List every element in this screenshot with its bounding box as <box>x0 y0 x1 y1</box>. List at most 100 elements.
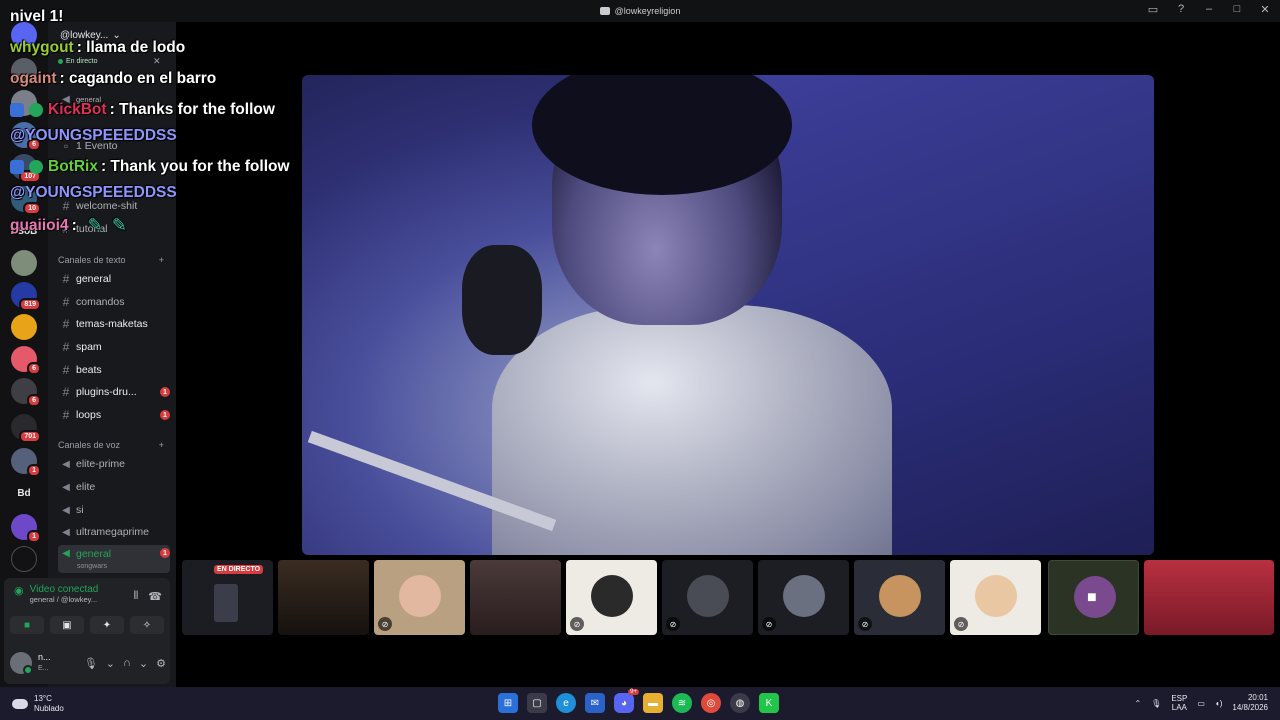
server-badge: 10 <box>23 202 41 215</box>
user-area: n... E... 🎙︎ ⌄ ∩ ⌄ ⚙ <box>10 648 166 678</box>
voice-location[interactable]: general / @lowkey... <box>30 595 99 604</box>
voice-channel-elite[interactable]: ◀ elite <box>58 477 170 497</box>
channel-loops[interactable]: # loops 1 <box>58 405 170 425</box>
emote-icon: ✎ <box>87 215 103 235</box>
microphone-tray-icon[interactable]: 🎙︎ <box>1151 699 1161 708</box>
camera-button[interactable]: ■ <box>10 616 44 634</box>
inbox-icon[interactable]: ▭ <box>1146 3 1160 16</box>
plus-icon[interactable]: + <box>159 440 164 450</box>
participant-avatar <box>783 575 825 617</box>
hash-icon: # <box>62 363 70 377</box>
server-icon[interactable]: 6 <box>11 378 41 407</box>
participant-tile[interactable]: ⊘ <box>854 560 945 635</box>
chrome-icon[interactable]: ◎ <box>701 693 721 713</box>
disconnect-icon[interactable]: ☎ <box>148 590 162 603</box>
channel-comandos[interactable]: # comandos <box>58 292 170 312</box>
participant-tile[interactable]: ⊘ <box>374 560 465 635</box>
soundboard-button[interactable]: ✧ <box>130 616 164 634</box>
taskbar: 13°C Nublado ⊞ ▢ e ✉ ◕ 9+ ▬ ≋ ◎ ◍ K ⌃ 🎙︎ … <box>0 687 1280 720</box>
channel-plugins[interactable]: # plugins-dru... 1 <box>58 382 170 402</box>
channel-general[interactable]: # general <box>58 269 170 289</box>
chevron-down-icon[interactable]: ⌄ <box>139 657 148 670</box>
network-icon[interactable]: ▭ <box>1197 699 1205 708</box>
server-icon-bd[interactable]: Bd <box>11 480 37 506</box>
channel-temas-maketas[interactable]: # temas-maketas <box>58 314 170 334</box>
maximize-button[interactable]: □ <box>1230 3 1244 16</box>
server-icon[interactable] <box>11 314 37 340</box>
server-icon[interactable]: 701 <box>11 414 41 443</box>
speaker-icon: ◀ <box>62 548 70 559</box>
main-video-stream[interactable] <box>302 75 1154 555</box>
language-indicator[interactable]: ESP LAA <box>1171 694 1187 712</box>
window-title-text: @lowkeyreligion <box>614 6 681 16</box>
minimize-button[interactable]: – <box>1202 3 1216 16</box>
category-voice[interactable]: Canales de voz + <box>58 440 164 450</box>
user-name[interactable]: n... E... <box>38 652 51 674</box>
close-button[interactable]: ✕ <box>1258 3 1272 16</box>
participant-tile-live[interactable]: EN DIRECTO <box>182 560 273 635</box>
server-icon[interactable]: 1 <box>11 514 41 543</box>
help-icon[interactable]: ? <box>1174 3 1188 16</box>
file-explorer-icon[interactable]: ▬ <box>643 693 663 713</box>
screen-share-button[interactable]: ▣ <box>50 616 84 634</box>
verified-icon <box>29 160 43 174</box>
participant-tile[interactable]: ⊘ <box>662 560 753 635</box>
participant-tile[interactable] <box>470 560 561 635</box>
activities-button[interactable]: ✦ <box>90 616 124 634</box>
chat-message: : Thanks for the follow <box>109 101 275 118</box>
channel-label: comandos <box>76 296 125 308</box>
chat-message: nivel 1! <box>10 8 64 25</box>
gear-icon[interactable]: ⚙ <box>156 657 166 670</box>
discover-icon[interactable] <box>11 546 37 572</box>
clock[interactable]: 20:01 14/8/2026 <box>1232 693 1268 713</box>
system-tray: ⌃ 🎙︎ ESP LAA ▭ ◖) 20:01 14/8/2026 <box>1134 693 1268 713</box>
channel-beats[interactable]: # beats <box>58 360 170 380</box>
headphones-icon[interactable]: ∩ <box>123 657 131 670</box>
server-icon[interactable]: 6 <box>11 346 41 375</box>
voice-channel-general[interactable]: ◀ general 1 <box>58 545 170 573</box>
voice-channel-elite-prime[interactable]: ◀ elite-prime <box>58 454 170 474</box>
voice-panel: ◉ Video conectad general / @lowkey... ⦀ … <box>4 578 170 684</box>
start-icon[interactable]: ⊞ <box>498 693 518 713</box>
participant-tile[interactable]: ⊘ <box>566 560 657 635</box>
unread-badge: 1 <box>160 410 170 420</box>
participant-tile-camera[interactable]: ■ <box>1048 560 1139 635</box>
unread-badge: 1 <box>160 387 170 397</box>
voice-channel-ultramegaprime[interactable]: ◀ ultramegaprime <box>58 522 170 542</box>
category-text[interactable]: Canales de texto + <box>58 255 164 265</box>
category-label: Canales de voz <box>58 440 121 450</box>
participant-tile[interactable] <box>278 560 369 635</box>
clock-time: 20:01 <box>1247 693 1268 702</box>
chevron-down-icon[interactable]: ⌄ <box>106 657 115 670</box>
kick-icon[interactable]: K <box>759 693 779 713</box>
server-icon[interactable]: 1 <box>11 448 41 477</box>
server-icon[interactable] <box>11 250 37 276</box>
participant-tile[interactable] <box>1144 560 1274 635</box>
server-badge: 6 <box>27 362 41 375</box>
edge-icon[interactable]: e <box>556 693 576 713</box>
obs-icon[interactable]: ◍ <box>730 693 750 713</box>
spotify-icon[interactable]: ≋ <box>672 693 692 713</box>
chat-line: guaiioi4 : ✎ ✎ <box>10 215 127 236</box>
microphone-icon[interactable]: 🎙︎ <box>84 657 98 670</box>
task-view-icon[interactable]: ▢ <box>527 693 547 713</box>
server-icon[interactable]: 819 <box>11 282 41 311</box>
discord-icon[interactable]: ◕ 9+ <box>614 689 639 713</box>
chat-line: @YOUNGSPEEEDDSS <box>10 127 177 145</box>
speaker-icon: ◀ <box>62 481 70 493</box>
participant-tile[interactable]: ⊘ <box>758 560 849 635</box>
close-icon[interactable]: ✕ <box>153 56 161 67</box>
channel-spam[interactable]: # spam <box>58 337 170 357</box>
plus-icon[interactable]: + <box>159 255 164 265</box>
server-badge: 701 <box>19 430 41 443</box>
video-camera-icon: ■ <box>1087 589 1097 606</box>
weather-widget[interactable]: 13°C Nublado <box>12 694 64 714</box>
noise-suppression-icon[interactable]: ⦀ <box>133 590 138 603</box>
chevron-up-icon[interactable]: ⌃ <box>1134 699 1141 708</box>
chat-username: BotRix <box>48 158 98 175</box>
participant-tile[interactable]: ⊘ <box>950 560 1041 635</box>
volume-icon[interactable]: ◖) <box>1215 699 1223 708</box>
voice-channel-si[interactable]: ◀ si <box>58 500 170 520</box>
mail-icon[interactable]: ✉ <box>585 693 605 713</box>
avatar[interactable] <box>10 652 33 675</box>
